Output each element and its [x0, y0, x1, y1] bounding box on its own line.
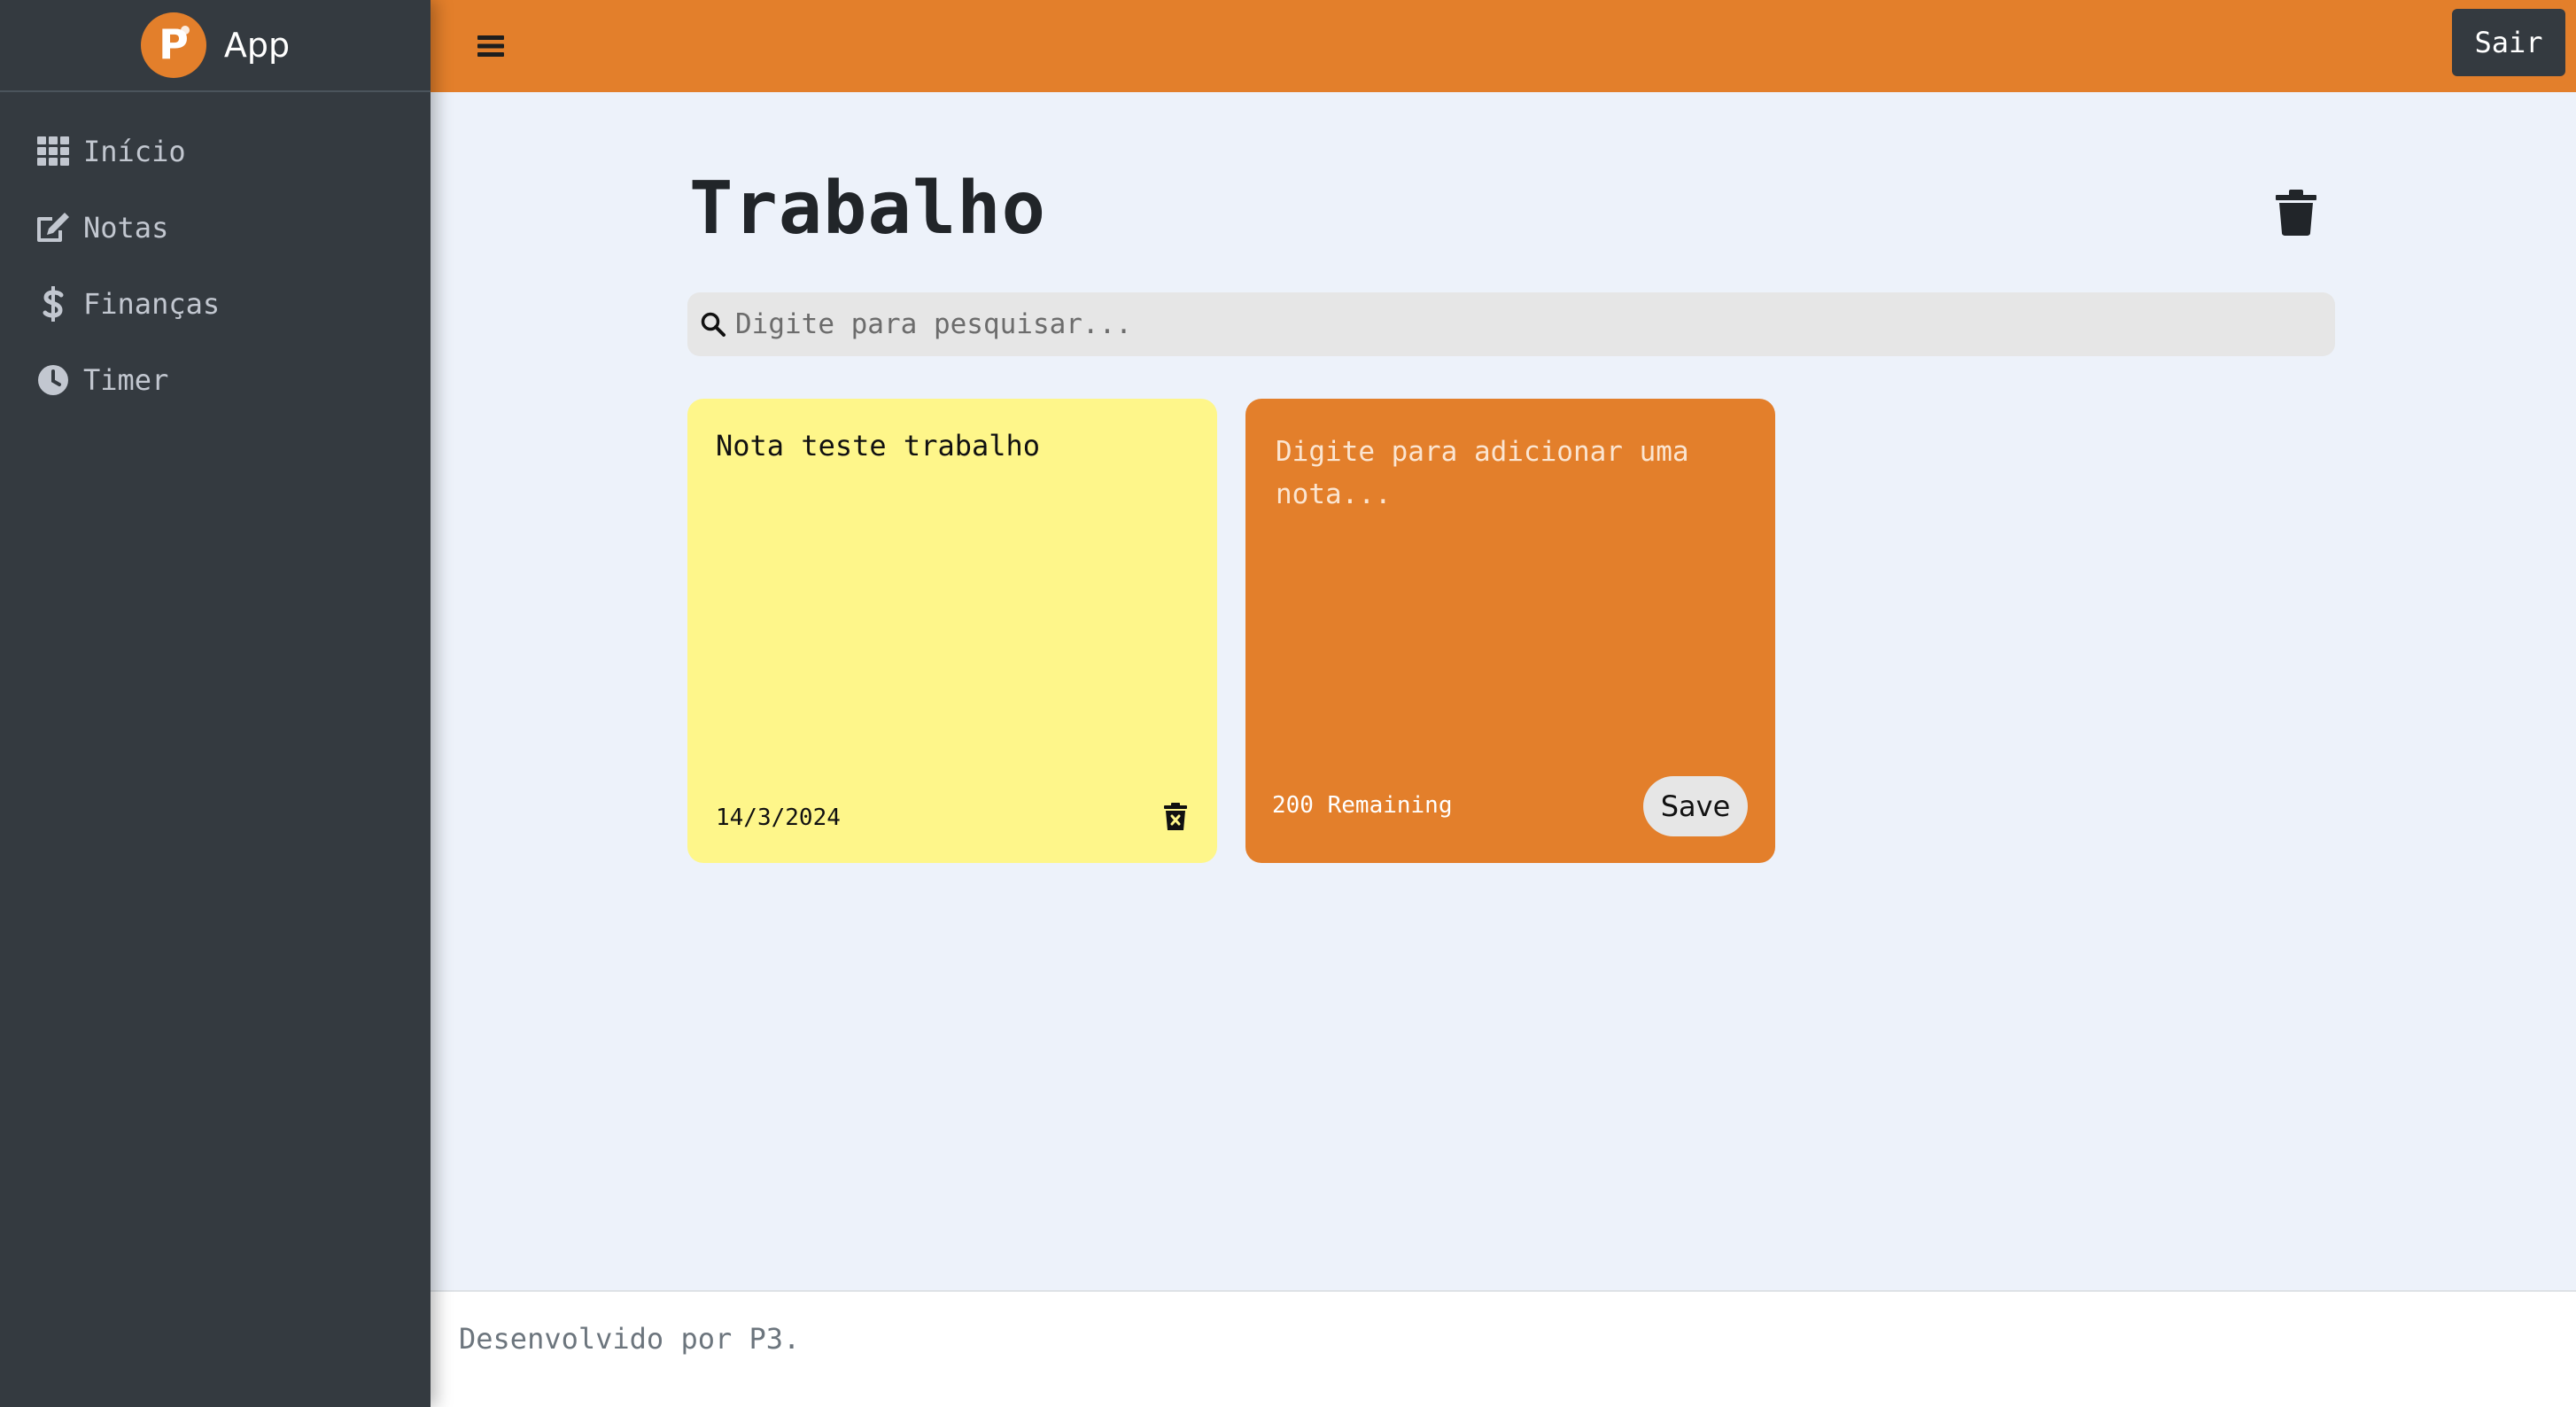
footer: Desenvolvido por P3.: [431, 1290, 2576, 1407]
sidebar-item-inicio[interactable]: Início: [0, 113, 431, 190]
sidebar-item-label: Finanças: [83, 287, 221, 321]
grid-icon: [35, 134, 71, 169]
main-content: Trabalho Nota teste trabalho 14/3/2024: [431, 92, 2576, 1290]
note-text: Nota teste trabalho: [716, 429, 1041, 463]
sidebar-item-timer[interactable]: Timer: [0, 342, 431, 418]
top-navbar: Sair: [431, 0, 2576, 92]
footer-credit: Desenvolvido por P3.: [459, 1322, 801, 1356]
remaining-count: 200 Remaining: [1272, 792, 1453, 819]
menu-toggle-icon[interactable]: [471, 27, 510, 66]
search-input[interactable]: [735, 292, 2335, 356]
sidebar-nav: Início Notas Finanças Timer: [0, 92, 431, 418]
save-note-button[interactable]: Save: [1643, 776, 1748, 836]
sidebar-item-label: Notas: [83, 211, 169, 245]
logout-button[interactable]: Sair: [2452, 9, 2565, 76]
note-card: Nota teste trabalho 14/3/2024: [687, 399, 1217, 863]
brand-logo: P: [140, 12, 206, 78]
sidebar-item-financas[interactable]: Finanças: [0, 266, 431, 342]
note-date: 14/3/2024: [716, 805, 841, 831]
search-icon: [700, 309, 730, 339]
sidebar: P App Início Notas Finanças Timer: [0, 0, 431, 1407]
clock-icon: [35, 362, 71, 398]
sidebar-item-label: Timer: [83, 363, 169, 397]
dollar-icon: [35, 286, 71, 322]
page-title: Trabalho: [689, 167, 1046, 251]
brand-name: App: [223, 26, 291, 65]
new-note-card: 200 Remaining Save: [1245, 399, 1775, 863]
sidebar-item-notas[interactable]: Notas: [0, 190, 431, 266]
new-note-textarea[interactable]: [1276, 431, 1745, 750]
edit-icon: [35, 210, 71, 245]
delete-category-trash-icon[interactable]: [2276, 190, 2316, 236]
brand[interactable]: P App: [0, 0, 431, 92]
sidebar-item-label: Início: [83, 135, 186, 168]
search-bar: [687, 292, 2335, 356]
delete-note-icon[interactable]: [1164, 803, 1187, 831]
